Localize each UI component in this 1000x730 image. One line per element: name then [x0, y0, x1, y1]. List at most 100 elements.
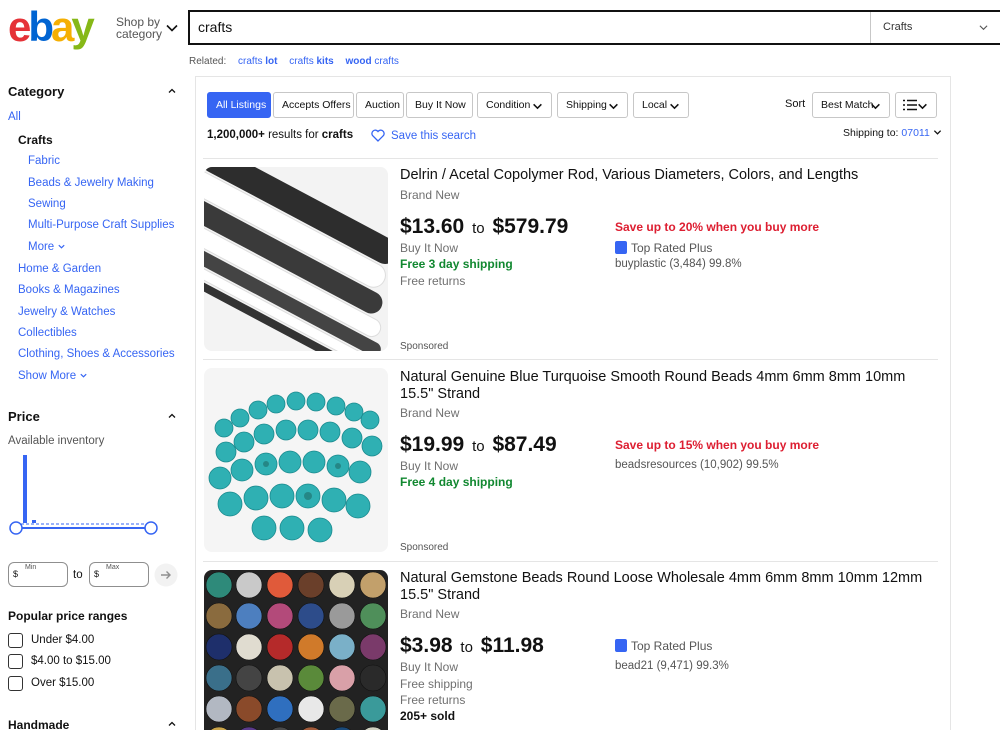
- top-rated-plus: Top Rated Plus: [615, 241, 712, 255]
- shipping-filter[interactable]: Shipping: [557, 92, 628, 118]
- available-inventory-label: Available inventory: [8, 435, 105, 447]
- sidebar-item-fabric[interactable]: Fabric: [28, 155, 60, 167]
- chevron-down-icon: [533, 103, 542, 110]
- search-bar: Crafts: [188, 10, 1000, 45]
- listing-promo: Save up to 20% when you buy more: [615, 220, 820, 234]
- listing-image[interactable]: [204, 570, 388, 730]
- listing-seller: bead21 (9,471) 99.3%: [615, 660, 729, 672]
- listing-condition: Brand New: [400, 406, 460, 420]
- sidebar-item-multipurpose[interactable]: Multi-Purpose Craft Supplies: [28, 219, 174, 231]
- delrin-rods-image: [204, 167, 388, 351]
- range-label[interactable]: Over $15.00: [31, 677, 94, 689]
- condition-filter[interactable]: Condition: [477, 92, 552, 118]
- tab-all-listings[interactable]: All Listings: [207, 92, 271, 118]
- listing-image[interactable]: [204, 167, 388, 351]
- histogram-bar: [23, 455, 27, 523]
- sort-label: Sort: [785, 98, 806, 110]
- popular-price-heading: Popular price ranges: [8, 609, 128, 623]
- listing-title[interactable]: Delrin / Acetal Copolymer Rod, Various D…: [400, 167, 940, 184]
- chevron-up-icon[interactable]: [167, 719, 177, 729]
- search-category-select[interactable]: Crafts: [870, 12, 1000, 43]
- search-category-value: Crafts: [883, 21, 913, 33]
- top-rated-plus: Top Rated Plus: [615, 639, 712, 653]
- listing-title[interactable]: Natural Gemstone Beads Round Loose Whole…: [400, 570, 940, 604]
- chevron-up-icon[interactable]: [167, 411, 177, 421]
- chevron-down-icon[interactable]: [166, 22, 178, 34]
- listing-seller: buyplastic (3,484) 99.8%: [615, 258, 742, 270]
- save-search-button[interactable]: Save this search: [371, 129, 476, 142]
- shipping-to[interactable]: Shipping to: 07011: [843, 127, 942, 139]
- slider-max-handle[interactable]: [144, 521, 158, 535]
- sponsored-label: Sponsored: [400, 341, 449, 352]
- listing-condition: Brand New: [400, 607, 460, 621]
- range-label[interactable]: Under $4.00: [31, 634, 94, 646]
- tab-buy-it-now[interactable]: Buy It Now: [406, 92, 473, 118]
- listing-price: $19.99 to $87.49: [400, 433, 557, 456]
- sidebar-item-clothing[interactable]: Clothing, Shoes & Accessories: [18, 348, 175, 360]
- handmade-heading[interactable]: Handmade: [8, 718, 69, 730]
- search-input[interactable]: [198, 19, 798, 35]
- sidebar-item-books[interactable]: Books & Magazines: [18, 284, 120, 296]
- listing-title[interactable]: Natural Genuine Blue Turquoise Smooth Ro…: [400, 369, 940, 403]
- checkbox-over-15[interactable]: [8, 676, 23, 691]
- checkbox-under-4[interactable]: [8, 633, 23, 648]
- sidebar-item-sewing[interactable]: Sewing: [28, 198, 66, 210]
- listing-seller: beadsresources (10,902) 99.5%: [615, 459, 779, 471]
- sponsored-label: Sponsored: [400, 542, 449, 553]
- related-link[interactable]: wood crafts: [346, 56, 399, 67]
- sidebar-item-beads[interactable]: Beads & Jewelry Making: [28, 177, 154, 189]
- listing-returns: Free returns: [400, 693, 466, 707]
- listing-shipping: Free shipping: [400, 677, 473, 691]
- ebay-logo[interactable]: ebay: [8, 4, 95, 50]
- related-searches: Related: crafts lot crafts kits wood cra…: [189, 56, 399, 67]
- chevron-up-icon[interactable]: [167, 86, 177, 96]
- listing-returns: Free returns: [400, 274, 466, 288]
- chevron-down-icon: [609, 103, 618, 110]
- submit-price-arrow-icon[interactable]: [154, 563, 178, 587]
- listing-image[interactable]: [204, 368, 388, 552]
- divider: [203, 561, 938, 562]
- sidebar-item-collectibles[interactable]: Collectibles: [18, 327, 77, 339]
- top-rated-badge-icon: [615, 241, 627, 254]
- tab-accepts-offers[interactable]: Accepts Offers: [273, 92, 354, 118]
- related-link[interactable]: crafts lot: [238, 56, 277, 67]
- chevron-down-icon: [670, 103, 679, 110]
- related-link[interactable]: crafts kits: [289, 56, 333, 67]
- top-rated-badge-icon: [615, 639, 627, 652]
- listing-format: Buy It Now: [400, 660, 459, 674]
- chevron-down-icon: [80, 373, 87, 378]
- gemstone-beads-image: [204, 570, 388, 730]
- chevron-down-icon: [918, 103, 927, 110]
- slider-min-handle[interactable]: [9, 521, 23, 535]
- price-histogram-slider[interactable]: [6, 450, 162, 538]
- tab-auction[interactable]: Auction: [356, 92, 404, 118]
- price-heading[interactable]: Price: [8, 409, 40, 424]
- view-toggle[interactable]: [895, 92, 937, 118]
- checkbox-4-to-15[interactable]: [8, 654, 23, 669]
- range-to-label: to: [73, 569, 83, 581]
- results-count: 1,200,000+ results for crafts: [207, 129, 354, 141]
- sort-select[interactable]: Best Match: [812, 92, 890, 118]
- category-all-link[interactable]: All: [8, 111, 21, 123]
- related-label: Related:: [189, 56, 227, 67]
- range-label[interactable]: $4.00 to $15.00: [31, 655, 111, 667]
- heart-icon: [371, 129, 385, 142]
- min-price-input[interactable]: $ Min: [8, 562, 68, 587]
- list-view-icon: [903, 99, 917, 111]
- shop-by-category-button[interactable]: Shop by category: [116, 16, 164, 40]
- sidebar-item-home-garden[interactable]: Home & Garden: [18, 263, 101, 275]
- chevron-down-icon: [933, 130, 941, 135]
- show-more-link[interactable]: Show More: [18, 370, 88, 382]
- max-price-input[interactable]: $ Max: [89, 562, 149, 587]
- turquoise-beads-image: [204, 368, 388, 552]
- divider: [203, 359, 938, 360]
- more-link[interactable]: More: [28, 241, 66, 253]
- sidebar-item-jewelry[interactable]: Jewelry & Watches: [18, 306, 115, 318]
- category-heading[interactable]: Category: [8, 84, 64, 99]
- listing-price: $3.98 to $11.98: [400, 634, 544, 657]
- category-selected: Crafts: [18, 133, 53, 147]
- listing-shipping: Free 4 day shipping: [400, 475, 513, 489]
- listing-price: $13.60 to $579.79: [400, 215, 569, 238]
- local-filter[interactable]: Local: [633, 92, 689, 118]
- chevron-down-icon: [979, 25, 988, 31]
